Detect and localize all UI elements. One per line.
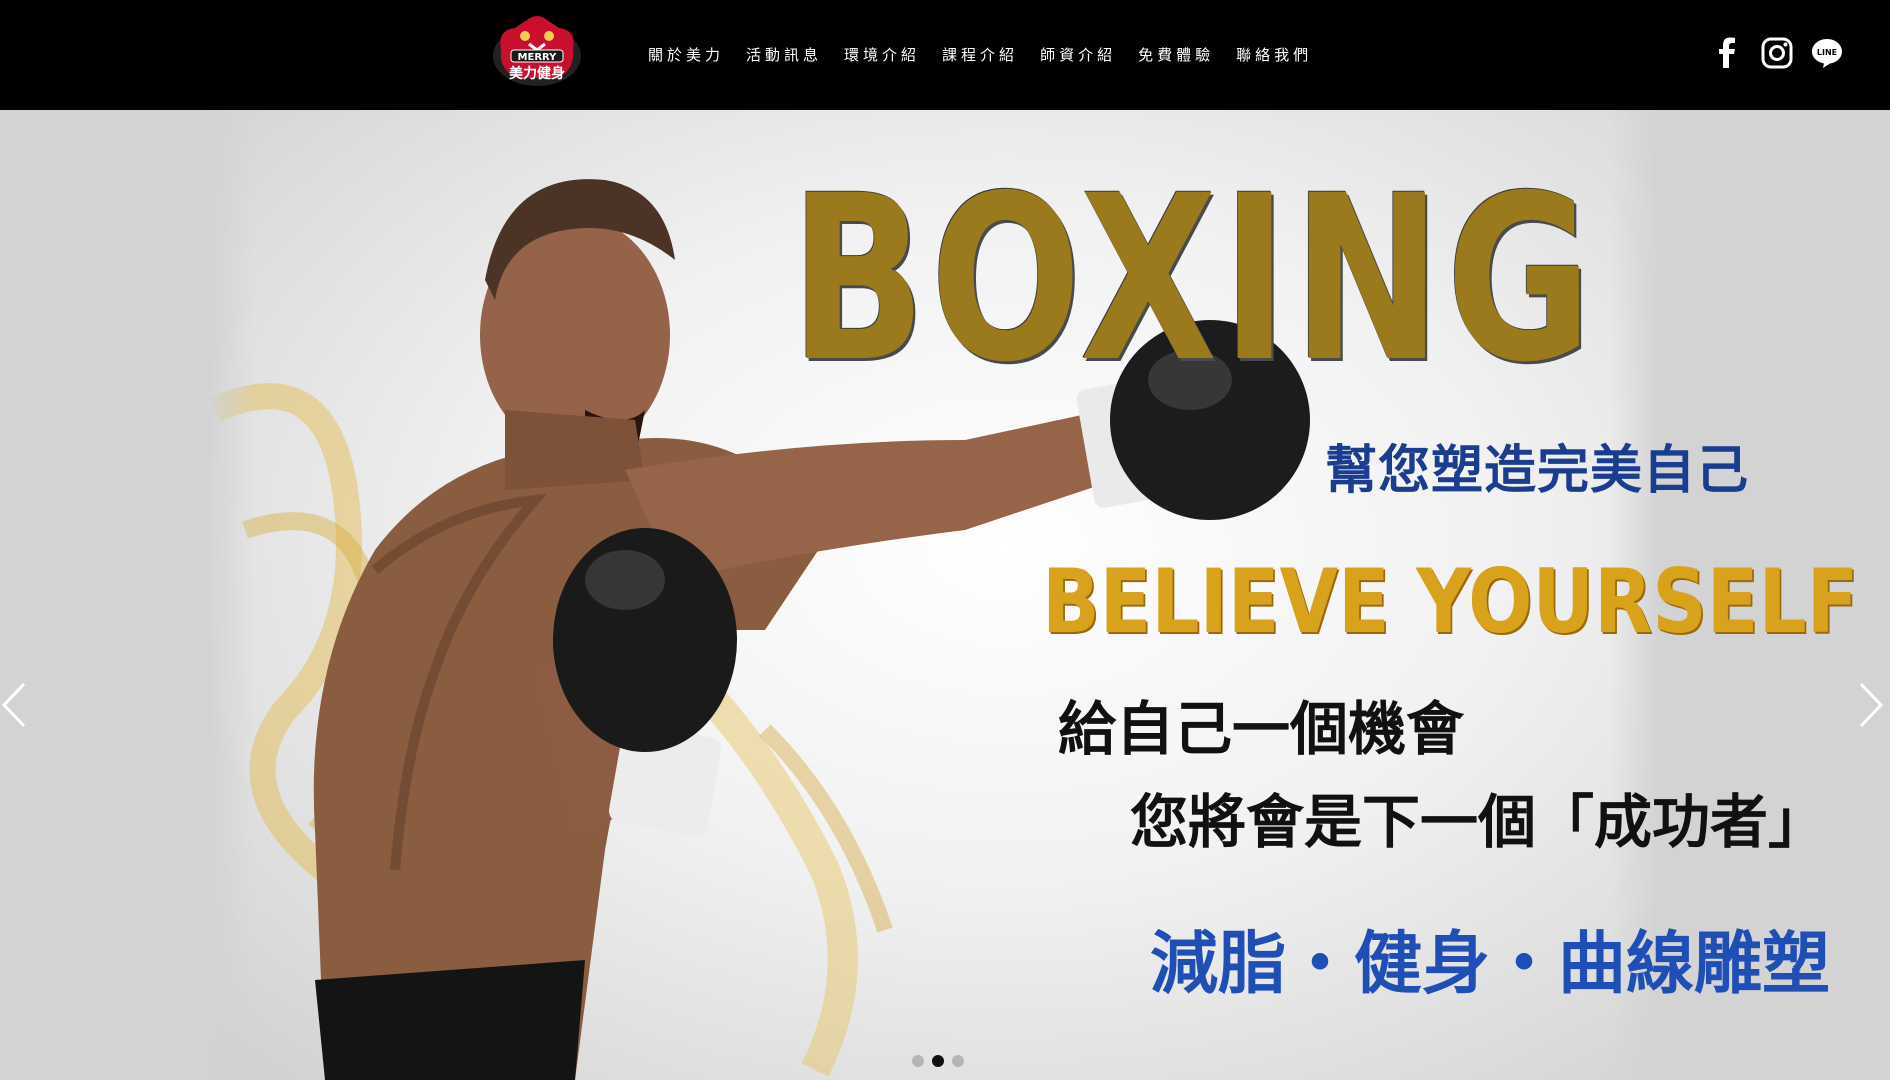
nav-item-contact[interactable]: 聯絡我們 [1236, 44, 1312, 65]
nav-item-courses[interactable]: 課程介紹 [942, 44, 1018, 65]
hero-tagline: BELIEVE YOURSELF [1042, 550, 1859, 653]
slide-dot-2[interactable] [932, 1055, 944, 1067]
line-icon[interactable]: LINE [1810, 36, 1844, 70]
line-icon-label: LINE [1817, 48, 1837, 57]
logo-text-top: MERRY [518, 52, 558, 63]
nav-item-about[interactable]: 關於美力 [648, 44, 724, 65]
slide-dots [912, 1055, 964, 1067]
hero-line-1: 給自己一個機會 [1058, 695, 1465, 763]
instagram-icon[interactable] [1760, 36, 1794, 70]
nav-item-events[interactable]: 活動訊息 [746, 44, 822, 65]
main-nav: 關於美力 活動訊息 環境介紹 課程介紹 師資介紹 免費體驗 聯絡我們 [648, 44, 1334, 65]
nav-item-free-trial[interactable]: 免費體驗 [1138, 44, 1214, 65]
next-slide-arrow-icon[interactable] [1855, 680, 1885, 730]
prev-slide-arrow-icon[interactable] [0, 680, 30, 730]
site-logo[interactable]: MERRY 美力健身 [487, 10, 587, 88]
nav-item-trainers[interactable]: 師資介紹 [1040, 44, 1116, 65]
hero-line-3: 減脂・健身・曲線雕塑 [1150, 925, 1831, 1004]
top-header: MERRY 美力健身 關於美力 活動訊息 環境介紹 課程介紹 師資介紹 免費體驗… [0, 0, 1890, 110]
hero-slider: BOXING 幫您塑造完美自己 BELIEVE YOURSELF 給自己一個機會… [0, 110, 1890, 1080]
facebook-icon[interactable] [1710, 36, 1744, 70]
slide-dot-3[interactable] [952, 1055, 964, 1067]
hero-headline: BOXING [790, 146, 1597, 412]
hero-line-2: 您將會是下一個「成功者」 [1130, 788, 1827, 856]
nav-item-environment[interactable]: 環境介紹 [844, 44, 920, 65]
slide-dot-1[interactable] [912, 1055, 924, 1067]
hero-subtitle: 幫您塑造完美自己 [1325, 441, 1750, 501]
logo-text-bottom: 美力健身 [509, 65, 565, 82]
